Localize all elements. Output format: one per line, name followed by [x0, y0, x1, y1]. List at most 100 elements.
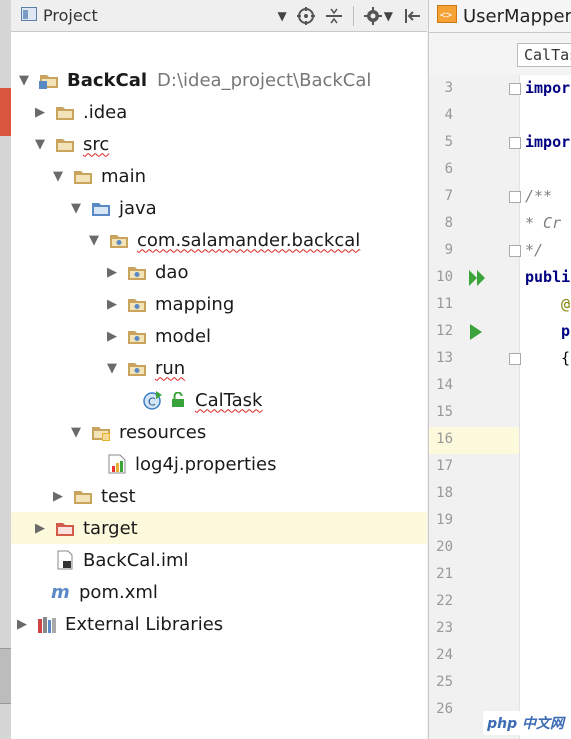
- tree-item-target[interactable]: ▶ target: [11, 512, 427, 544]
- dropdown-caret-icon[interactable]: ▼: [278, 9, 287, 23]
- project-view-icon: [21, 6, 37, 25]
- folder-icon: [73, 488, 93, 505]
- tree-item-label: .idea: [83, 101, 128, 123]
- run-method-icon[interactable]: [469, 324, 483, 340]
- fold-marker-icon[interactable]: [509, 353, 521, 365]
- expanded-arrow-icon[interactable]: ▼: [33, 137, 47, 152]
- breadcrumb-item[interactable]: CalTas: [517, 43, 571, 67]
- code-editor: <> UserMapper CalTas 3 4 5 6 7 8 9 10 11 12 13 14 15…: [428, 0, 571, 739]
- package-icon: [127, 296, 147, 313]
- tree-item-src[interactable]: ▼ src: [11, 128, 427, 160]
- fold-marker-icon[interactable]: [509, 245, 521, 257]
- folder-icon: [73, 168, 93, 185]
- fold-marker-icon[interactable]: [509, 83, 521, 95]
- code-line-5: impor: [525, 133, 571, 151]
- package-icon: [127, 360, 147, 377]
- tree-item-label: src: [83, 133, 110, 155]
- line-number: 24: [436, 647, 453, 663]
- tool-window-tab[interactable]: [0, 648, 11, 704]
- line-number: 7: [444, 188, 453, 204]
- iml-file-icon: [55, 550, 75, 569]
- tree-item-label: mapping: [155, 293, 235, 315]
- watermark: php 中文网: [483, 711, 568, 735]
- package-icon: [109, 232, 129, 249]
- tree-item-backcal-iml[interactable]: BackCal.iml: [11, 544, 427, 576]
- collapsed-arrow-icon[interactable]: ▶: [15, 617, 29, 632]
- collapsed-arrow-icon[interactable]: ▶: [105, 265, 119, 280]
- tree-item-label: BackCal: [67, 69, 148, 91]
- tree-item-backcal[interactable]: ▼ BackCal D:\idea_project\BackCal: [11, 64, 427, 96]
- code-area[interactable]: [519, 75, 571, 739]
- tree-item-package[interactable]: ▼ com.salamander.backcal: [11, 224, 427, 256]
- tree-item-label: main: [101, 165, 146, 187]
- folder-icon: [55, 104, 75, 121]
- collapsed-arrow-icon[interactable]: ▶: [33, 105, 47, 120]
- expanded-arrow-icon[interactable]: ▼: [105, 361, 119, 376]
- tree-item-run[interactable]: ▼ run: [11, 352, 427, 384]
- line-number: 16: [436, 431, 453, 447]
- tree-item-label: External Libraries: [65, 613, 224, 635]
- code-line-7: /**: [525, 187, 553, 205]
- watermark-text: php 中文网: [487, 716, 564, 732]
- code-line-13: {: [561, 349, 571, 367]
- svg-text:<>: <>: [440, 10, 452, 21]
- tree-item-resources[interactable]: ▼ resources: [11, 416, 427, 448]
- tree-item-external-libraries[interactable]: ▶ External Libraries: [11, 608, 427, 640]
- code-line-11: @: [561, 295, 571, 313]
- tree-item-java[interactable]: ▼ java: [11, 192, 427, 224]
- line-number: 25: [436, 674, 453, 690]
- line-number: 4: [444, 107, 453, 123]
- line-number: 15: [436, 404, 453, 420]
- line-number: 20: [436, 539, 453, 555]
- expanded-arrow-icon[interactable]: ▼: [69, 425, 83, 440]
- tool-window-tab-highlight[interactable]: [0, 88, 11, 136]
- tree-item-label: pom.xml: [79, 581, 158, 603]
- fold-marker-icon[interactable]: [509, 191, 521, 203]
- breadcrumb: CalTas: [429, 33, 571, 76]
- project-panel-title: Project: [43, 6, 98, 25]
- expanded-arrow-icon[interactable]: ▼: [69, 201, 83, 216]
- expanded-arrow-icon[interactable]: ▼: [17, 73, 31, 88]
- line-number: 14: [436, 377, 453, 393]
- line-number: 10: [436, 269, 453, 285]
- collapsed-arrow-icon[interactable]: ▶: [105, 329, 119, 344]
- code-line-9: */: [525, 241, 544, 259]
- line-number: 6: [444, 161, 453, 177]
- tree-item-model[interactable]: ▶ model: [11, 320, 427, 352]
- gear-icon[interactable]: [363, 6, 382, 25]
- expanded-arrow-icon[interactable]: ▼: [87, 233, 101, 248]
- tree-item-idea[interactable]: ▶ .idea: [11, 96, 427, 128]
- editor-tab[interactable]: <> UserMapper: [429, 0, 571, 32]
- tree-item-caltask[interactable]: C CalTask: [11, 384, 427, 416]
- collapsed-arrow-icon[interactable]: ▶: [51, 489, 65, 504]
- tree-item-label: BackCal.iml: [83, 549, 189, 571]
- run-class-icon[interactable]: [469, 270, 485, 286]
- line-number: 3: [444, 80, 453, 96]
- tree-item-pom[interactable]: m pom.xml: [11, 576, 427, 608]
- line-number: 22: [436, 593, 453, 609]
- collapse-all-icon[interactable]: [325, 7, 343, 25]
- tree-item-label: java: [119, 197, 157, 219]
- tree-item-mapping[interactable]: ▶ mapping: [11, 288, 427, 320]
- project-path: D:\idea_project\BackCal: [157, 69, 372, 91]
- hide-panel-icon[interactable]: [403, 7, 421, 25]
- libraries-icon: [37, 616, 57, 633]
- tree-item-log4j[interactable]: log4j.properties: [11, 448, 427, 480]
- editor-tab-label: UserMapper: [463, 5, 571, 27]
- gear-dropdown-caret-icon[interactable]: ▼: [384, 9, 393, 23]
- code-line-10: publi: [525, 268, 571, 286]
- code-line-12: p: [561, 322, 571, 340]
- tree-item-main[interactable]: ▼ main: [11, 160, 427, 192]
- collapsed-arrow-icon[interactable]: ▶: [105, 297, 119, 312]
- locate-icon[interactable]: [296, 6, 315, 25]
- fold-marker-icon[interactable]: [509, 137, 521, 149]
- class-icon: C: [143, 390, 163, 410]
- tree-item-dao[interactable]: ▶ dao: [11, 256, 427, 288]
- code-line-3: impor: [525, 79, 571, 97]
- line-number: 23: [436, 620, 453, 636]
- tree-item-label: dao: [155, 261, 189, 283]
- expanded-arrow-icon[interactable]: ▼: [51, 169, 65, 184]
- tree-item-test[interactable]: ▶ test: [11, 480, 427, 512]
- collapsed-arrow-icon[interactable]: ▶: [33, 521, 47, 536]
- line-number: 26: [436, 701, 453, 717]
